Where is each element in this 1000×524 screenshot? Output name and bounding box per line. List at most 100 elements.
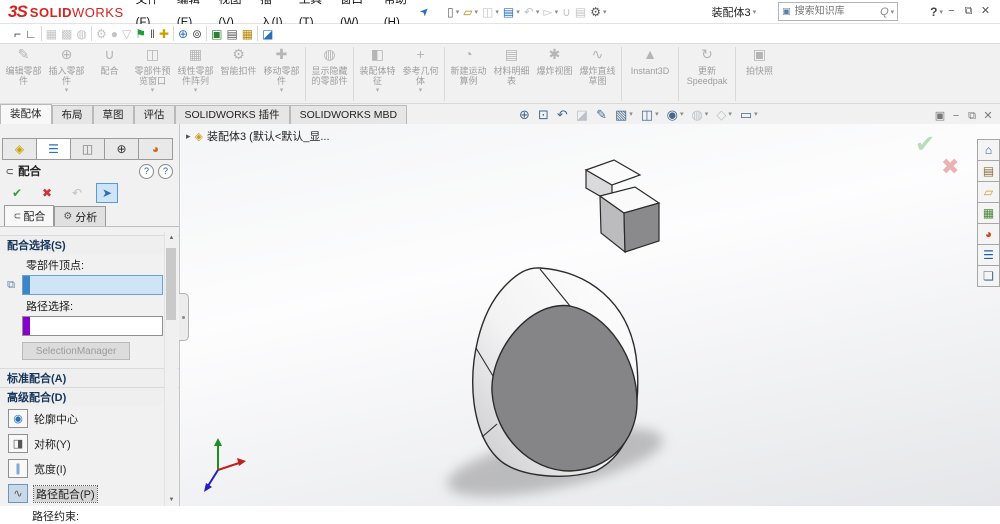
mate-type-label: 轮廓中心 bbox=[34, 413, 78, 426]
whats-new-help-icon[interactable]: ? bbox=[139, 163, 154, 179]
restore-doc-icon[interactable]: ⧉ bbox=[964, 108, 980, 124]
command-tab[interactable]: 评估 bbox=[133, 105, 175, 124]
help-icon[interactable]: ? bbox=[158, 163, 173, 179]
command-tab[interactable]: SOLIDWORKS MBD bbox=[289, 105, 408, 124]
smart-fasteners-button: ⚙ 智能扣件 bbox=[217, 45, 260, 103]
command-tab[interactable]: 布局 bbox=[51, 105, 93, 124]
mate-selections-section-header[interactable]: 配合选择(S) ∧ bbox=[0, 235, 179, 254]
scroll-down-icon[interactable]: ▼ bbox=[165, 494, 178, 506]
quick-access-toolbar: ▯ ▾ ▱ ▾ ◫ ▾ ▤ ▾ ↶ ▾ ▻ ▾ ∪ ▤ ⚙ ▾ bbox=[445, 5, 608, 19]
path-mate-item[interactable]: ∿ 路径配合(P) bbox=[0, 481, 179, 506]
options-gear-icon[interactable]: ⚙ ▾ bbox=[589, 5, 607, 19]
scroll-up-icon[interactable]: ▲ bbox=[165, 232, 178, 244]
zoom-area-icon[interactable]: ⊡ bbox=[538, 108, 549, 121]
tab-property-manager[interactable]: ☰ bbox=[36, 138, 70, 160]
design-library-icon[interactable]: ▤ bbox=[977, 160, 1000, 182]
binoculars-icon: ⊚ bbox=[192, 26, 203, 41]
previous-view-icon[interactable]: ↶ bbox=[557, 108, 568, 121]
bracket-part[interactable] bbox=[584, 159, 661, 254]
location-pin-icon[interactable]: ⚑ bbox=[135, 28, 146, 40]
document-name-button[interactable]: 装配体3 ▾ bbox=[712, 4, 757, 20]
minimize-doc-icon[interactable]: − bbox=[948, 108, 964, 124]
apply-scene-icon[interactable]: ▧ ▾ bbox=[615, 108, 633, 121]
feature-tree-root-item[interactable]: ▸ ◈ 装配体3 (默认<默认_显... bbox=[186, 128, 330, 144]
tab-configuration-manager-icon: ◫ bbox=[81, 142, 94, 156]
mate-type-label: 对称(Y) bbox=[34, 438, 71, 451]
dropdown-arrow-icon: ▾ bbox=[728, 111, 732, 118]
document-name: 装配体3 bbox=[711, 6, 751, 19]
chevron-down-icon[interactable]: ▾ bbox=[891, 8, 895, 16]
custom-properties-icon[interactable]: ☰ bbox=[977, 244, 1000, 266]
vertex-selection-field[interactable] bbox=[22, 275, 163, 295]
advanced-mates-section-header[interactable]: 高级配合(D) ∧ bbox=[0, 387, 179, 406]
minimize-icon[interactable]: − bbox=[943, 4, 960, 20]
restore-icon[interactable]: ⧉ bbox=[960, 4, 977, 20]
confirm-corner-cancel-icon[interactable]: ✖ bbox=[941, 154, 959, 180]
panel-splitter-handle[interactable] bbox=[179, 293, 189, 341]
graphics-viewport[interactable]: ▸ ◈ 装配体3 (默认<默认_显... ✔ ✖ ⌂ ▤ ▱ ▦ ◕ ☰ ❏ bbox=[179, 124, 1000, 506]
command-tab[interactable]: 草图 bbox=[92, 105, 134, 124]
angle-icon[interactable]: ∟ bbox=[25, 28, 37, 40]
display-style-icon[interactable]: ◫ ▾ bbox=[641, 108, 659, 121]
search-input[interactable] bbox=[792, 5, 881, 18]
zoom-fit-icon[interactable]: ⊕ bbox=[519, 108, 530, 121]
confirm-button[interactable]: ✔ bbox=[6, 183, 28, 203]
help-button[interactable]: ? ▾ bbox=[930, 5, 943, 19]
edit-appearance-icon[interactable]: ✎ bbox=[596, 108, 607, 121]
hide-show-items-icon[interactable]: ◉ ▾ bbox=[667, 108, 684, 121]
ribbon-button-label: Instant3D bbox=[630, 66, 670, 76]
symmetric-item[interactable]: ◨ 对称(Y) bbox=[0, 431, 179, 456]
tab-configuration-manager[interactable]: ◫ bbox=[70, 138, 104, 160]
confirm-corner-check-icon[interactable]: ✔ bbox=[915, 130, 935, 159]
tab-dimxpert-manager[interactable]: ⊕ bbox=[104, 138, 138, 160]
pin-menu-icon[interactable]: ➤ bbox=[417, 4, 432, 20]
resources-home-icon[interactable]: ⌂ bbox=[977, 139, 1000, 161]
whats-new-help-icon: ? bbox=[143, 165, 149, 176]
command-tab[interactable]: 装配体 bbox=[0, 104, 52, 124]
mate-key-icon[interactable]: ⌐ bbox=[14, 28, 21, 40]
subtab-analysis[interactable]: ⚙ 分析 bbox=[54, 206, 107, 226]
edit-component-icon: ✎ bbox=[17, 46, 30, 62]
file-explorer-icon[interactable]: ▱ bbox=[977, 181, 1000, 203]
zoom-icon[interactable]: ⊕ bbox=[178, 28, 188, 40]
edit-appearance-icon: ✎ bbox=[596, 106, 607, 122]
width-item[interactable]: ∥ 宽度(I) bbox=[0, 456, 179, 481]
ribbon-button-label: 更新 Speedpak bbox=[686, 66, 728, 86]
panel-scrollbar[interactable]: ▲ ▼ bbox=[164, 232, 178, 506]
close-doc-icon[interactable]: ✕ bbox=[980, 108, 996, 124]
new-file-icon[interactable]: ▯ ▾ bbox=[446, 5, 460, 19]
save-view-icon[interactable]: ◪ bbox=[262, 28, 273, 40]
export-icon[interactable]: ▣ bbox=[211, 28, 222, 40]
forum-icon[interactable]: ❏ bbox=[977, 265, 1000, 287]
view-palette-icon[interactable]: ▦ bbox=[977, 202, 1000, 224]
new-file-icon: ▯ bbox=[447, 4, 454, 19]
measure-icon[interactable]: ‖ bbox=[150, 28, 155, 40]
tree-expand-icon[interactable]: ▸ bbox=[186, 131, 191, 142]
print-icon[interactable]: ▤ ▾ bbox=[502, 5, 521, 19]
image-icon[interactable]: ▦ bbox=[242, 28, 253, 40]
dropdown-arrow-icon: ▾ bbox=[602, 8, 607, 16]
tab-display-manager[interactable]: ◕ bbox=[138, 138, 173, 160]
subtab-mate[interactable]: ∪ 配合 bbox=[4, 205, 55, 226]
open-file-icon[interactable]: ▱ ▾ bbox=[462, 5, 479, 19]
move-icon[interactable]: ✚ bbox=[159, 28, 169, 40]
profile-center-item[interactable]: ◉ 轮廓中心 bbox=[0, 406, 179, 431]
blob-part[interactable] bbox=[472, 267, 639, 477]
expand-ribbon-icon[interactable]: ▣ bbox=[932, 108, 948, 124]
cancel-button[interactable]: ✖ bbox=[36, 183, 58, 203]
keep-visible-pin-button[interactable]: ➤ bbox=[96, 183, 118, 203]
print-preview-icon[interactable]: ▤ bbox=[226, 28, 237, 40]
heads-up-view-toolbar: ⊕ ⊡ ↶ ◪ ✎ ▧ ▾ ◫ ▾ ◉ ▾ ◍ ▾ ◇ ▾ ▭ ▾ bbox=[515, 104, 762, 124]
binoculars-icon[interactable]: ⊚ bbox=[192, 28, 202, 40]
view-settings-icon[interactable]: ▭ ▾ bbox=[740, 108, 758, 121]
standard-mates-section-header[interactable]: 标准配合(A) ∨ bbox=[0, 368, 179, 387]
command-tab[interactable]: SOLIDWORKS 插件 bbox=[174, 105, 290, 124]
tab-feature-manager[interactable]: ◈ bbox=[2, 138, 36, 160]
search-icon[interactable]: Q bbox=[880, 6, 889, 18]
close-icon[interactable]: ✕ bbox=[977, 4, 994, 20]
path-selection-field[interactable] bbox=[22, 316, 163, 336]
close-doc-icon: ✕ bbox=[983, 109, 993, 122]
scrollbar-thumb[interactable] bbox=[166, 248, 176, 320]
appearances-icon[interactable]: ◕ bbox=[977, 223, 1000, 245]
separator bbox=[353, 47, 354, 101]
